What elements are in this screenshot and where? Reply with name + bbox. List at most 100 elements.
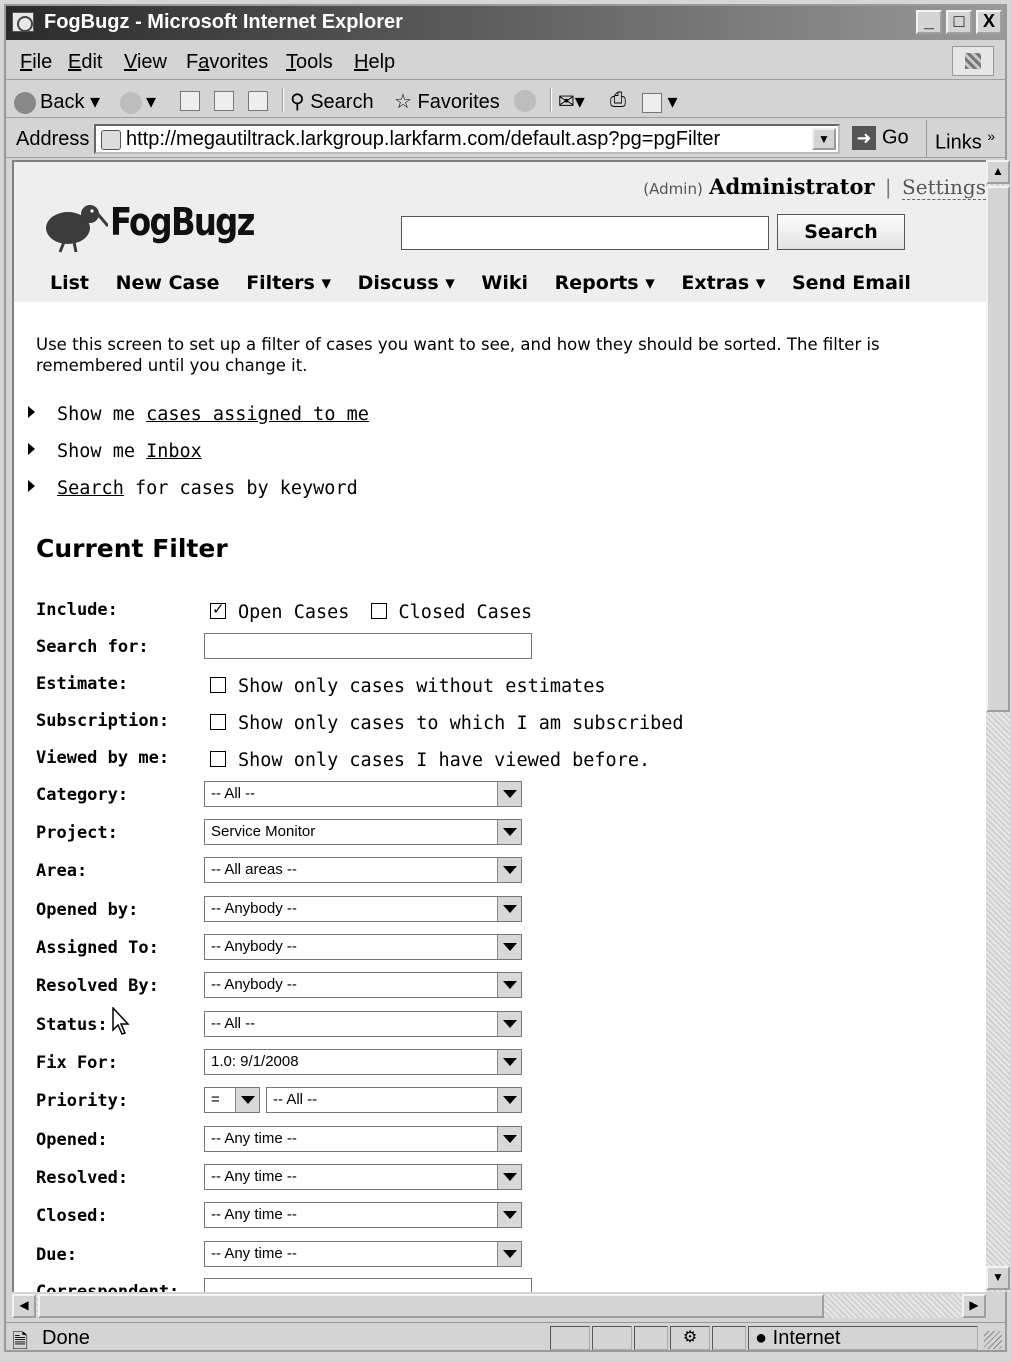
scroll-left-button[interactable]: ◀ [12,1294,36,1318]
home-button[interactable] [248,89,268,112]
subscription-label: Subscription: [36,711,170,731]
nav-send-email[interactable]: Send Email [792,272,911,294]
horizontal-scroll-thumb[interactable] [38,1294,824,1318]
close-button[interactable]: X [976,10,1002,34]
forward-arrow-icon [120,91,142,114]
horizontal-scrollbar[interactable]: ◀ ▶ [12,1294,986,1318]
windows-logo-icon [952,46,994,76]
go-button[interactable]: ➜ Go [852,126,909,150]
status-panel [550,1326,590,1350]
assigned-to-select[interactable]: -- Anybody -- [204,934,522,960]
vertical-scroll-thumb[interactable] [986,186,1010,712]
star-icon: ☆ [394,91,412,113]
ie-app-icon[interactable] [12,12,34,32]
bullet-triangle-icon [28,480,35,492]
search-input[interactable] [401,216,769,250]
maximize-button[interactable]: □ [946,10,972,34]
nav-extras[interactable]: Extras ▾ [681,272,765,294]
estimate-checkbox[interactable] [210,677,226,693]
menu-file[interactable]: File [20,51,52,74]
page-icon [101,130,121,150]
opened-by-select[interactable]: -- Anybody -- [204,896,522,922]
resolved-row: Resolved: -- Any time -- [36,1164,976,1198]
title-bar[interactable]: FogBugz - Microsoft Internet Explorer _ … [6,6,1006,40]
inbox-link[interactable]: Inbox [146,441,202,462]
menu-edit[interactable]: Edit [68,51,102,74]
address-dropdown-button[interactable]: ▼ [812,128,836,150]
window-title: FogBugz - Microsoft Internet Explorer [44,11,403,33]
nav-discuss[interactable]: Discuss ▾ [358,272,455,294]
due-select[interactable]: -- Any time -- [204,1241,522,1267]
chevron-down-icon [497,973,521,997]
include-label: Include: [36,600,118,620]
nav-reports[interactable]: Reports ▾ [555,272,655,294]
closed-cases-checkbox[interactable] [370,603,387,619]
user-separator: | [884,175,892,199]
menu-view[interactable]: View [124,51,167,74]
subscription-option: Show only cases to which I am subscribed [210,713,684,734]
favorites-toolbar-button[interactable]: ☆ Favorites [394,89,500,114]
mail-button[interactable]: ✉▾ [558,89,585,114]
search-toolbar-button[interactable]: ⚲ Search [290,89,374,114]
quick-link-search: Search for cases by keyword [28,478,358,499]
priority-operator-select[interactable]: = [204,1087,260,1113]
closed-select[interactable]: -- Any time -- [204,1202,522,1228]
subscription-checkbox[interactable] [210,714,226,730]
scroll-down-button[interactable]: ▼ [986,1266,1010,1290]
open-cases-label: Open Cases [238,602,350,623]
refresh-button[interactable] [214,89,234,112]
stop-button[interactable] [180,89,200,112]
nav-list[interactable]: List [50,272,89,294]
settings-link[interactable]: Settings [902,175,986,200]
user-name[interactable]: Administrator [709,174,874,199]
cases-assigned-link[interactable]: cases assigned to me [146,404,369,425]
correspondent-input[interactable] [204,1278,532,1292]
subscription-row: Subscription: Show only cases to which I… [36,711,976,741]
subscription-text: Show only cases to which I am subscribed [238,713,684,734]
area-select[interactable]: -- All areas -- [204,857,522,883]
menu-help[interactable]: Help [354,51,395,74]
search-button[interactable]: Search [777,214,905,250]
resolved-select[interactable]: -- Any time -- [204,1164,522,1190]
address-bar: Address http://megautiltrack.larkgroup.l… [6,120,1006,158]
estimate-text: Show only cases without estimates [238,676,606,697]
minimize-button[interactable]: _ [916,10,942,34]
print-button[interactable]: ⎙ [610,89,626,112]
nav-new-case[interactable]: New Case [116,272,220,294]
project-select[interactable]: Service Monitor [204,819,522,845]
viewed-checkbox[interactable] [210,751,226,767]
forward-button[interactable]: ▾ [120,89,156,114]
chevron-down-icon [497,1165,521,1189]
home-icon [248,90,268,111]
viewed-row: Viewed by me: Show only cases I have vie… [36,748,976,778]
category-row: Category: -- All -- [36,781,976,815]
edit-button[interactable]: ▾ [642,89,678,114]
main-nav: List New Case Filters ▾ Discuss ▾ Wiki R… [50,272,931,294]
search-cases-link[interactable]: Search [57,478,124,499]
search-for-input[interactable] [204,633,532,659]
status-select[interactable]: -- All -- [204,1011,522,1037]
fogbugz-logo[interactable]: FogBugz [44,192,255,262]
vertical-scrollbar[interactable]: ▲ ▼ [986,160,1010,1292]
open-cases-checkbox[interactable] [210,600,226,619]
address-input[interactable]: http://megautiltrack.larkgroup.larkfarm.… [94,124,840,154]
menu-tools[interactable]: Tools [286,51,333,74]
scroll-up-button[interactable]: ▲ [986,160,1010,184]
resize-grip-icon[interactable] [984,1331,1002,1349]
nav-wiki[interactable]: Wiki [481,272,528,294]
links-button[interactable]: Links » [926,120,1006,158]
opened-select[interactable]: -- Any time -- [204,1126,522,1152]
menu-favorites[interactable]: Favorites [186,51,268,74]
history-button[interactable] [514,89,540,112]
closed-cases-label: Closed Cases [398,602,533,623]
scroll-right-button[interactable]: ▶ [962,1294,986,1318]
category-select[interactable]: -- All -- [204,781,522,807]
nav-filters[interactable]: Filters ▾ [246,272,331,294]
area-row: Area: -- All areas -- [36,857,976,891]
fogbugz-header: (Admin) Administrator | Settings FogBugz… [14,162,986,302]
resolved-by-select[interactable]: -- Anybody -- [204,972,522,998]
fix-for-row: Fix For: 1.0: 9/1/2008 [36,1049,976,1083]
back-button[interactable]: Back ▾ [14,89,100,114]
priority-select[interactable]: -- All -- [266,1087,522,1113]
fix-for-select[interactable]: 1.0: 9/1/2008 [204,1049,522,1075]
